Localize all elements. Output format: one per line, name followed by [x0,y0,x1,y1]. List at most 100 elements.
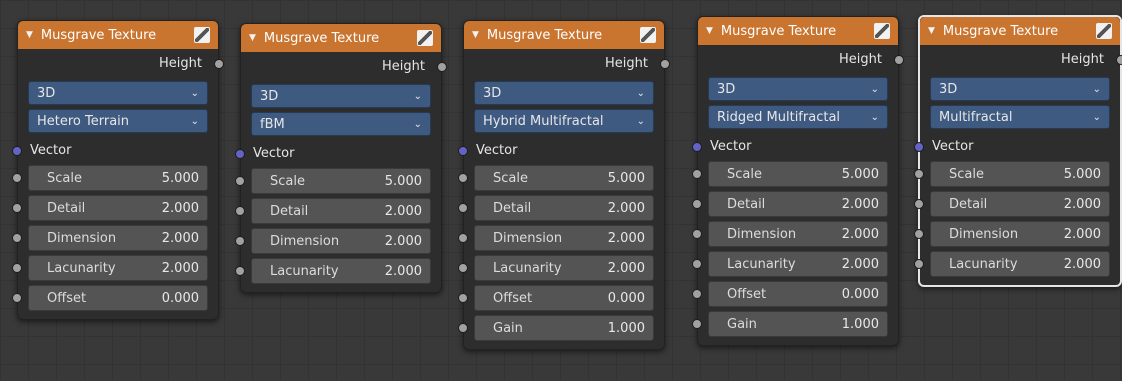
field-label: Scale [727,166,762,182]
input-socket[interactable] [914,259,924,269]
output-socket[interactable] [660,59,670,69]
detail-field[interactable]: Detail 2.000 [708,191,888,217]
type-dropdown[interactable]: Multifractal ⌄ [930,105,1110,129]
input-socket[interactable] [12,173,22,183]
input-socket[interactable] [914,229,924,239]
dimension-dropdown[interactable]: 3D ⌄ [930,77,1110,101]
field-value: 2.000 [841,226,879,242]
dimension-dropdown[interactable]: 3D ⌄ [28,81,208,105]
node-header[interactable]: ▼ Musgrave Texture [241,24,441,52]
dimension-field[interactable]: Dimension 2.000 [251,228,431,254]
chevron-down-icon: ⌄ [636,87,645,99]
preview-toggle-icon[interactable] [194,27,210,43]
input-socket[interactable] [692,319,702,329]
input-socket[interactable] [458,233,468,243]
musgrave-node-4[interactable]: ▼ Musgrave Texture Height 3D ⌄ Ridged Mu… [692,16,904,346]
preview-toggle-icon[interactable] [874,23,890,39]
input-socket[interactable] [692,169,702,179]
offset-field[interactable]: Offset 0.000 [708,281,888,307]
offset-field[interactable]: Offset 0.000 [28,285,208,311]
input-socket[interactable] [692,289,702,299]
input-socket[interactable] [235,236,245,246]
input-socket[interactable] [692,199,702,209]
type-dropdown[interactable]: Hetero Terrain ⌄ [28,109,208,133]
input-socket[interactable] [692,259,702,269]
input-socket[interactable] [458,263,468,273]
dimension-dropdown[interactable]: 3D ⌄ [708,77,888,101]
field-label: Detail [949,196,988,212]
input-socket[interactable] [12,233,22,243]
detail-field[interactable]: Detail 2.000 [251,198,431,224]
input-row-scale: Scale 5.000 [692,159,898,189]
lacunarity-field[interactable]: Lacunarity 2.000 [930,251,1110,277]
scale-field[interactable]: Scale 5.000 [28,165,208,191]
offset-field[interactable]: Offset 0.000 [474,285,654,311]
output-socket[interactable] [1116,55,1122,65]
input-socket[interactable] [235,176,245,186]
lacunarity-field[interactable]: Lacunarity 2.000 [251,258,431,284]
musgrave-node-1[interactable]: ▼ Musgrave Texture Height 3D ⌄ Hetero Te… [12,20,224,320]
scale-field[interactable]: Scale 5.000 [474,165,654,191]
input-socket[interactable] [12,293,22,303]
input-socket[interactable] [914,169,924,179]
lacunarity-field[interactable]: Lacunarity 2.000 [708,251,888,277]
chevron-down-icon: ⌄ [636,115,645,127]
detail-field[interactable]: Detail 2.000 [930,191,1110,217]
detail-field[interactable]: Detail 2.000 [474,195,654,221]
node-header[interactable]: ▼ Musgrave Texture [920,17,1120,45]
dropdown-value: Hetero Terrain [37,113,130,129]
input-socket[interactable] [458,293,468,303]
input-socket[interactable] [12,203,22,213]
musgrave-node-2[interactable]: ▼ Musgrave Texture Height 3D ⌄ fBM ⌄ Vec… [235,23,447,293]
type-dropdown[interactable]: Hybrid Multifractal ⌄ [474,109,654,133]
field-value: 5.000 [841,166,879,182]
type-dropdown[interactable]: Ridged Multifractal ⌄ [708,105,888,129]
dimension-field[interactable]: Dimension 2.000 [930,221,1110,247]
scale-field[interactable]: Scale 5.000 [708,161,888,187]
detail-field[interactable]: Detail 2.000 [28,195,208,221]
collapse-arrow-icon[interactable]: ▼ [249,33,256,43]
lacunarity-field[interactable]: Lacunarity 2.000 [28,255,208,281]
output-socket[interactable] [214,59,224,69]
collapse-arrow-icon[interactable]: ▼ [26,30,33,40]
gain-field[interactable]: Gain 1.000 [708,311,888,337]
input-socket[interactable] [12,263,22,273]
collapse-arrow-icon[interactable]: ▼ [706,26,713,36]
collapse-arrow-icon[interactable]: ▼ [928,26,935,36]
vector-socket[interactable] [12,146,22,156]
preview-toggle-icon[interactable] [1096,23,1112,39]
dimension-field[interactable]: Dimension 2.000 [28,225,208,251]
vector-socket[interactable] [914,142,924,152]
scale-field[interactable]: Scale 5.000 [251,168,431,194]
input-socket[interactable] [458,173,468,183]
type-dropdown[interactable]: fBM ⌄ [251,112,431,136]
dimension-dropdown[interactable]: 3D ⌄ [251,84,431,108]
preview-toggle-icon[interactable] [417,30,433,46]
input-socket[interactable] [914,199,924,209]
gain-field[interactable]: Gain 1.000 [474,315,654,341]
field-value: 1.000 [841,316,879,332]
node-header[interactable]: ▼ Musgrave Texture [18,21,218,49]
musgrave-node-3[interactable]: ▼ Musgrave Texture Height 3D ⌄ Hybrid Mu… [458,20,670,350]
dimension-field[interactable]: Dimension 2.000 [708,221,888,247]
vector-socket[interactable] [692,142,702,152]
scale-field[interactable]: Scale 5.000 [930,161,1110,187]
vector-socket[interactable] [235,149,245,159]
collapse-arrow-icon[interactable]: ▼ [472,30,479,40]
node-header[interactable]: ▼ Musgrave Texture [464,21,664,49]
input-socket[interactable] [458,323,468,333]
dimension-dropdown[interactable]: 3D ⌄ [474,81,654,105]
preview-toggle-icon[interactable] [640,27,656,43]
output-socket[interactable] [437,62,447,72]
field-label: Detail [493,200,532,216]
output-socket[interactable] [894,55,904,65]
input-socket[interactable] [235,206,245,216]
input-socket[interactable] [235,266,245,276]
dimension-field[interactable]: Dimension 2.000 [474,225,654,251]
lacunarity-field[interactable]: Lacunarity 2.000 [474,255,654,281]
node-header[interactable]: ▼ Musgrave Texture [698,17,898,45]
input-socket[interactable] [458,203,468,213]
input-socket[interactable] [692,229,702,239]
musgrave-node-5[interactable]: ▼ Musgrave Texture Height 3D ⌄ Multifrac… [914,15,1122,287]
vector-socket[interactable] [458,146,468,156]
